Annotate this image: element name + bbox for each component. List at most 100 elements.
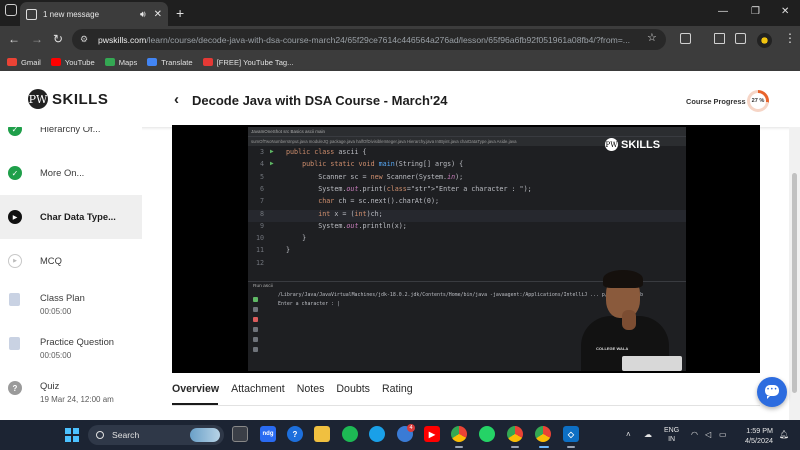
- tab-search-icon[interactable]: [5, 4, 17, 16]
- app-icon[interactable]: ndg: [260, 426, 276, 442]
- chevron-left-icon[interactable]: ‹: [174, 91, 179, 108]
- lesson-subtitle: 00:05:00: [40, 351, 72, 360]
- bookmark-item[interactable]: [FREE] YouTube Tag...: [202, 57, 294, 67]
- tabs-divider: [172, 405, 760, 406]
- tray-chevron-up-icon[interactable]: ˄: [626, 430, 631, 439]
- profile-avatar-icon[interactable]: [757, 33, 772, 48]
- line-number: 6: [259, 184, 264, 193]
- lesson-title: More On...: [40, 167, 85, 178]
- minimize-icon[interactable]: —: [718, 6, 728, 17]
- code-line: 4 public static void main(String[] args)…: [248, 160, 686, 172]
- forward-icon[interactable]: →: [31, 32, 43, 46]
- presenter-shirt-text: COLLEGE WALA: [596, 346, 629, 351]
- code-text: public class ascii {: [286, 148, 367, 156]
- lesson-subtitle: 19 Mar 24, 12:00 am: [40, 395, 114, 404]
- media-queue-icon[interactable]: [714, 33, 725, 44]
- line-number: 5: [259, 172, 264, 181]
- vscode-icon[interactable]: ◇: [563, 426, 579, 442]
- tab-doubts[interactable]: Doubts: [336, 383, 370, 405]
- language-indicator[interactable]: ENG IN: [664, 426, 679, 444]
- search-highlight-image: [190, 428, 220, 442]
- address-bar[interactable]: ⚙ pwskills.com /learn/course/decode-java…: [72, 29, 666, 50]
- bookmark-label: Translate: [161, 57, 193, 67]
- tab-notes[interactable]: Notes: [297, 383, 325, 405]
- taskbar-search-label: Search: [112, 430, 140, 440]
- lesson-subtitle: 00:05:00: [40, 307, 72, 316]
- bookmark-item[interactable]: Translate: [147, 57, 193, 67]
- sidebar-lesson-item[interactable]: ▶ MCQ: [0, 239, 142, 283]
- code-line: 9 System.out.println(x);: [248, 222, 686, 234]
- restore-icon[interactable]: ❐: [751, 6, 760, 17]
- reload-icon[interactable]: ↻: [53, 32, 63, 46]
- whatsapp-icon[interactable]: [479, 426, 495, 442]
- back-icon[interactable]: ←: [8, 32, 20, 46]
- tab-attachment[interactable]: Attachment: [231, 383, 285, 405]
- system-clock[interactable]: 1:59 PM 4/5/2024: [741, 426, 773, 445]
- bookmark-label: Gmail: [21, 57, 41, 67]
- sidebar-lesson-item[interactable]: Class Plan 00:05:00: [0, 283, 142, 327]
- sidebar-lesson-item[interactable]: ▶ Char Data Type...: [0, 195, 142, 239]
- extensions-icon[interactable]: [680, 33, 691, 44]
- bookmark-item[interactable]: Gmail: [7, 58, 41, 67]
- more-menu-icon[interactable]: ⋮: [784, 31, 796, 45]
- edge-icon[interactable]: [369, 426, 385, 442]
- windows-start-icon[interactable]: [65, 428, 79, 442]
- browser-tab[interactable]: 1 new message 🔊︎ ✕: [20, 2, 168, 26]
- site-info-icon[interactable]: ⚙: [80, 34, 90, 45]
- browser-toolbar: ← → ↻ ⚙ pwskills.com /learn/course/decod…: [0, 26, 800, 53]
- chat-button[interactable]: • • •: [757, 377, 787, 407]
- logo-mark: PW: [28, 89, 48, 109]
- side-panel-icon[interactable]: [735, 33, 746, 44]
- notification-bell-icon[interactable]: 🔔︎: [779, 430, 789, 439]
- sidebar-lesson-item[interactable]: ✓ Hierarchy Of...: [0, 127, 142, 151]
- volume-icon[interactable]: ◁: [705, 430, 711, 439]
- lesson-title: Quiz: [40, 380, 60, 391]
- browser-tab-strip: 1 new message 🔊︎ ✕ + — ❐ ✕: [0, 0, 800, 26]
- youtube-icon[interactable]: ▶: [424, 426, 440, 442]
- new-tab-button[interactable]: +: [176, 5, 184, 21]
- ide-breadcrumb: JavaInOneShot src Basics ascii main: [248, 127, 686, 136]
- help-icon[interactable]: ?: [287, 426, 303, 442]
- file-explorer-icon[interactable]: [314, 426, 330, 442]
- run-gutter-icon[interactable]: ▶: [270, 160, 274, 167]
- bookmark-item[interactable]: Maps: [104, 58, 137, 67]
- close-window-icon[interactable]: ✕: [781, 6, 789, 17]
- code-line: 8 int x = (int)ch;: [248, 209, 686, 222]
- code-text: int x = (int)ch;: [318, 209, 383, 218]
- cloud-icon[interactable]: ☁: [644, 430, 652, 439]
- tab-overview[interactable]: Overview: [172, 383, 219, 405]
- spotify-icon[interactable]: [342, 426, 358, 442]
- code-text: }: [286, 246, 291, 255]
- close-tab-icon[interactable]: ✕: [154, 9, 162, 20]
- lesson-sidebar: ✓ Hierarchy Of... ✓ More On... ▶ Char Data Ty…: [0, 127, 142, 420]
- chrome-active-icon[interactable]: [535, 426, 551, 442]
- bookmark-item[interactable]: YouTube: [50, 57, 95, 67]
- clock-time: 1:59 PM: [746, 426, 773, 435]
- code-line: 6 System.out.print(class="str">"Enter a …: [248, 185, 686, 197]
- sidebar-lesson-item[interactable]: ? Quiz 19 Mar 24, 12:00 am: [0, 371, 142, 415]
- bookmark-star-icon[interactable]: ☆: [647, 31, 657, 44]
- presenter-image: COLLEGE WALA: [576, 268, 686, 371]
- bookmark-favicon-icon: [202, 58, 213, 66]
- chrome-icon[interactable]: [451, 426, 467, 442]
- tab-rating[interactable]: Rating: [382, 383, 413, 405]
- url-host: pwskills.com: [98, 34, 147, 45]
- wifi-icon[interactable]: ◠: [691, 430, 698, 439]
- sidebar-lesson-item[interactable]: Practice Question 00:05:00: [0, 327, 142, 371]
- code-text: public static void main(String[] args) {: [302, 160, 464, 169]
- bookmarks-bar: Gmail YouTube Maps Translate [FREE] YouTube …: [0, 53, 800, 71]
- run-gutter-icon[interactable]: ▶: [270, 148, 274, 155]
- pw-skills-logo[interactable]: PW SKILLS: [28, 89, 108, 109]
- sidebar-lesson-item[interactable]: ✓ More On...: [0, 151, 142, 195]
- battery-icon[interactable]: ▭: [719, 430, 727, 439]
- speaker-icon[interactable]: 🔊︎: [140, 9, 146, 20]
- bookmark-label: YouTube: [64, 57, 95, 67]
- chrome-profile-icon[interactable]: [507, 426, 523, 442]
- search-icon: [96, 431, 104, 439]
- task-view-icon[interactable]: [232, 426, 248, 442]
- play-outline-icon: ▶: [8, 254, 22, 268]
- bookmark-favicon-icon: [104, 58, 115, 66]
- page-scrollbar-thumb[interactable]: [792, 173, 797, 393]
- tab-favicon-icon: [26, 8, 37, 20]
- bookmark-label: [FREE] YouTube Tag...: [216, 57, 294, 67]
